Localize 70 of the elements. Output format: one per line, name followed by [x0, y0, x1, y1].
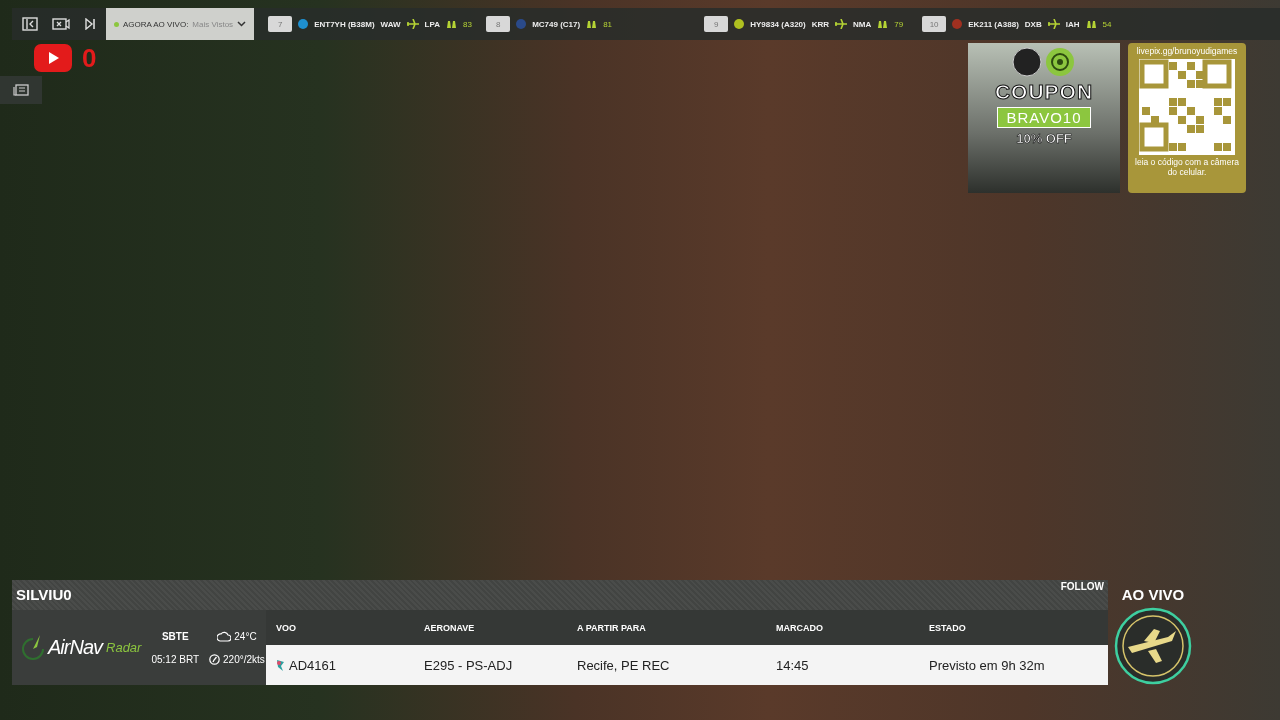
live-dot-icon	[114, 21, 119, 27]
brand-name: AirNav	[48, 636, 102, 659]
watcher-count: 54	[1102, 19, 1112, 29]
rank-badge: 7	[268, 16, 293, 32]
channel-emblem-icon	[1114, 607, 1192, 685]
chevron-down-icon	[237, 21, 247, 27]
destination-code: NMA	[853, 19, 872, 29]
top-flight-item[interactable]: 8 MC749 (C17) 81	[472, 16, 691, 32]
table-cell: 14:45	[776, 657, 809, 673]
skip-next-icon[interactable]	[84, 18, 96, 30]
promo-code: BRAVO10	[997, 107, 1091, 128]
origin-code: KRR	[811, 19, 830, 29]
emblem-logos-icon	[1012, 47, 1076, 77]
table-cell: AD4161	[289, 657, 336, 673]
table-cell: Previsto em 9h 32m	[929, 657, 1045, 673]
binoculars-icon	[586, 19, 598, 29]
destination-code: IAH	[1065, 19, 1080, 29]
watcher-count: 83	[463, 19, 472, 29]
binoculars-icon	[877, 19, 889, 29]
airport-code: SBTE	[161, 630, 189, 642]
brand-suffix: Radar	[106, 640, 142, 655]
destination-code: LPA	[424, 19, 440, 29]
rank-badge: 8	[486, 16, 511, 32]
youtube-logo-icon	[34, 44, 72, 72]
flight-number: HY9834 (A320)	[750, 19, 806, 29]
flight-number: EK211 (A388)	[968, 19, 1019, 29]
video-icon[interactable]	[52, 17, 70, 31]
flight-number: MC749 (C17)	[532, 19, 581, 29]
list-icon	[13, 84, 29, 96]
plane-icon	[1047, 19, 1060, 29]
wind-reading: 220°/2kts	[223, 653, 265, 665]
donation-url: livepix.gg/brunoyudigames	[1136, 46, 1238, 56]
panel-toggle-button[interactable]	[0, 76, 42, 104]
subscriber-count: 0	[82, 45, 97, 71]
column-header: MARCADO	[766, 610, 919, 645]
binoculars-icon	[1085, 19, 1097, 29]
cloud-icon	[217, 630, 232, 642]
feed-dropdown[interactable]: AGORA AO VIVO: Mais Vistos	[106, 8, 255, 40]
origin-code: WAW	[380, 19, 401, 29]
watcher-count: 79	[894, 19, 904, 29]
origin-code: DXB	[1024, 19, 1042, 29]
flight-number: ENT7YH (B38M)	[314, 19, 375, 29]
feed-label: AGORA AO VIVO:	[123, 19, 189, 29]
column-header: ESTADO	[919, 610, 1108, 645]
coupon-title: COUPON	[994, 80, 1094, 104]
airline-logo-icon	[276, 658, 285, 672]
callsign-title: SILVIU0	[16, 586, 72, 603]
rank-badge: 10	[922, 16, 947, 32]
table-cell: E295 - PS-ADJ	[424, 657, 513, 673]
watcher-count: 81	[603, 19, 613, 29]
qr-caption: leia o código com a câmera do celular.	[1135, 158, 1239, 178]
feed-value: Mais Vistos	[192, 19, 234, 29]
top-flight-item[interactable]: 9 HY9834 (A320) KRR NMA 79	[690, 16, 909, 32]
qr-code-icon	[1139, 59, 1235, 155]
compass-icon	[209, 653, 221, 665]
table-cell: Recife, PE REC	[577, 657, 670, 673]
local-time: 05:12 BRT	[151, 653, 200, 665]
plane-icon	[835, 19, 848, 29]
column-header: A PARTIR PARA	[567, 610, 766, 645]
plane-icon	[406, 19, 419, 29]
follow-button[interactable]: FOLLOW	[1060, 581, 1104, 592]
column-header: VOO	[266, 610, 414, 645]
binoculars-icon	[446, 19, 457, 29]
live-label: AO VIVO	[1121, 586, 1185, 603]
collapse-panel-icon[interactable]	[22, 17, 38, 31]
top-flight-item[interactable]: 7 ENT7YH (B38M) WAW LPA 83	[254, 16, 473, 32]
temperature: 24°C	[234, 630, 257, 642]
rank-badge: 9	[704, 16, 729, 32]
top-flight-item[interactable]: 10 EK211 (A388) DXB IAH 54	[908, 16, 1127, 32]
column-header: AERONAVE	[414, 610, 567, 645]
